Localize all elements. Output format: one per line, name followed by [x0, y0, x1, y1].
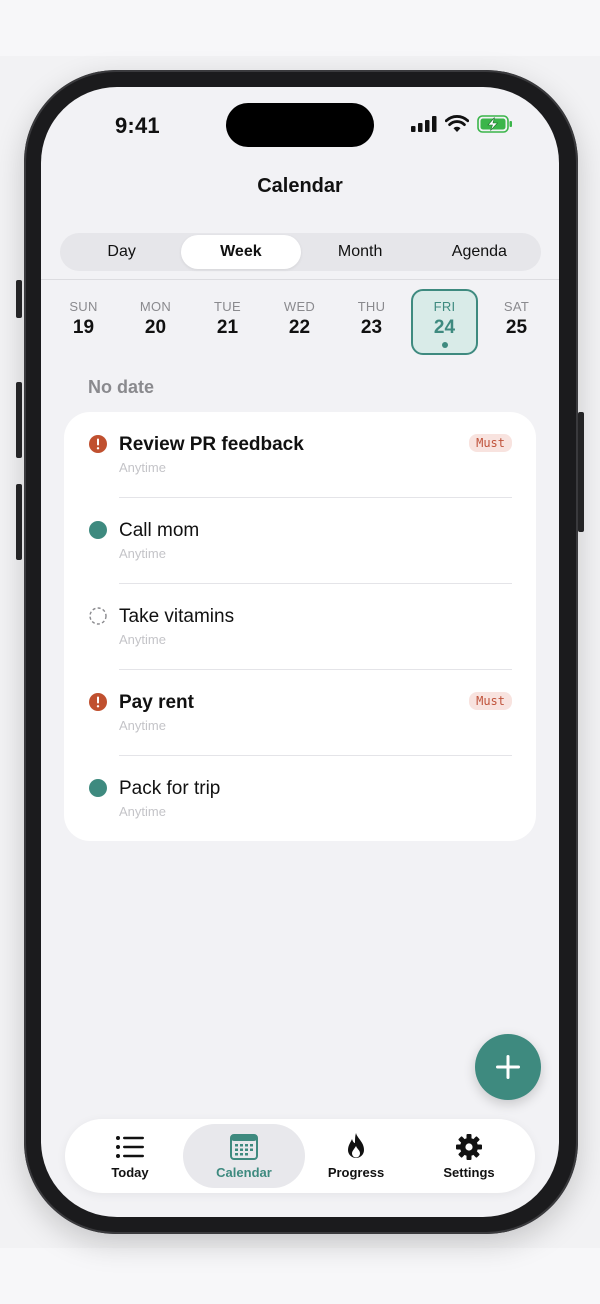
header-divider	[41, 279, 559, 280]
task-subtitle: Anytime	[119, 460, 166, 475]
status-time: 9:41	[115, 113, 160, 138]
task-row[interactable]: Pay rent Anytime Must	[64, 670, 536, 756]
day-thu[interactable]: THU 23	[338, 289, 405, 355]
day-number: 20	[144, 317, 167, 338]
filled-circle-icon[interactable]	[89, 779, 107, 797]
task-title: Review PR feedback	[119, 434, 304, 455]
section-label: No date	[88, 377, 155, 397]
view-switcher: Day Week Month Agenda	[60, 233, 541, 271]
day-number: 24	[433, 317, 456, 338]
tab-bar: Today Calendar Progress Settings	[65, 1119, 535, 1193]
tab-progress[interactable]: Progress	[295, 1124, 417, 1188]
alert-icon[interactable]	[89, 435, 107, 453]
task-title: Call mom	[119, 520, 200, 541]
task-subtitle: Anytime	[119, 546, 166, 561]
task-subtitle: Anytime	[119, 804, 166, 819]
add-task-button[interactable]	[475, 1034, 541, 1100]
day-fri-selected[interactable]: FRI 24	[411, 289, 478, 355]
tab-label: Calendar	[216, 1165, 272, 1180]
page-title: Calendar	[257, 175, 343, 197]
tab-label: Today	[111, 1165, 149, 1180]
tab-label: Progress	[327, 1165, 385, 1180]
volume-down-button	[16, 484, 22, 560]
filled-circle-icon[interactable]	[89, 521, 107, 539]
task-title: Pay rent	[119, 692, 194, 713]
dynamic-island	[226, 103, 374, 147]
segment-week[interactable]: Week	[181, 235, 301, 269]
day-of-week: MON	[139, 299, 172, 314]
alert-icon[interactable]	[89, 693, 107, 711]
event-dot	[441, 342, 448, 348]
plus-icon	[496, 1055, 520, 1079]
phone-screen: 9:41 Calendar Day Week Month Agenda SUN	[41, 87, 559, 1217]
day-of-week: THU	[357, 299, 386, 314]
volume-up-button	[16, 382, 22, 458]
segment-month[interactable]: Month	[301, 235, 420, 269]
day-of-week: SUN	[69, 299, 98, 314]
tab-settings[interactable]: Settings	[408, 1124, 530, 1188]
must-badge: Must	[469, 434, 512, 452]
day-of-week: WED	[283, 299, 316, 314]
backdrop-top	[0, 0, 600, 56]
day-sun[interactable]: SUN 19	[50, 289, 117, 355]
day-mon[interactable]: MON 20	[122, 289, 189, 355]
day-of-week: SAT	[503, 299, 530, 314]
dashed-circle-icon[interactable]	[89, 607, 107, 625]
task-subtitle: Anytime	[119, 632, 166, 647]
task-subtitle: Anytime	[119, 718, 166, 733]
day-wed[interactable]: WED 22	[266, 289, 333, 355]
must-badge: Must	[469, 692, 512, 710]
day-of-week: TUE	[214, 299, 241, 314]
power-button	[578, 412, 584, 532]
day-tue[interactable]: TUE 21	[194, 289, 261, 355]
tab-calendar[interactable]: Calendar	[183, 1124, 305, 1188]
gear-icon	[456, 1134, 482, 1160]
task-title: Pack for trip	[119, 778, 221, 799]
day-of-week: FRI	[433, 299, 456, 314]
task-title: Take vitamins	[119, 606, 235, 627]
battery-charging-icon	[477, 115, 512, 133]
tab-label: Settings	[443, 1165, 495, 1180]
task-row[interactable]: Call mom Anytime	[64, 498, 536, 584]
flame-icon	[348, 1133, 364, 1158]
task-row[interactable]: Take vitamins Anytime	[64, 584, 536, 670]
task-list: Review PR feedback Anytime Must Call mom…	[64, 412, 536, 841]
day-number: 23	[360, 317, 383, 338]
calendar-icon	[230, 1134, 258, 1160]
status-icons	[411, 115, 513, 133]
day-number: 21	[216, 317, 239, 338]
day-sat[interactable]: SAT 25	[483, 289, 550, 355]
day-number: 19	[72, 317, 95, 338]
week-strip: SUN 19 MON 20 TUE 21 WED 22 THU 23 FRI 2…	[47, 289, 553, 355]
day-number: 25	[505, 317, 528, 338]
mute-switch	[16, 280, 22, 318]
task-row[interactable]: Pack for trip Anytime	[64, 756, 536, 842]
backdrop-bottom	[0, 1248, 600, 1304]
wifi-icon	[445, 115, 469, 132]
segment-agenda[interactable]: Agenda	[420, 235, 539, 269]
list-icon	[116, 1136, 144, 1158]
day-number: 22	[288, 317, 311, 338]
signal-icon	[411, 116, 437, 132]
task-row[interactable]: Review PR feedback Anytime Must	[64, 412, 536, 498]
segment-day[interactable]: Day	[62, 235, 181, 269]
tab-today[interactable]: Today	[69, 1124, 191, 1188]
